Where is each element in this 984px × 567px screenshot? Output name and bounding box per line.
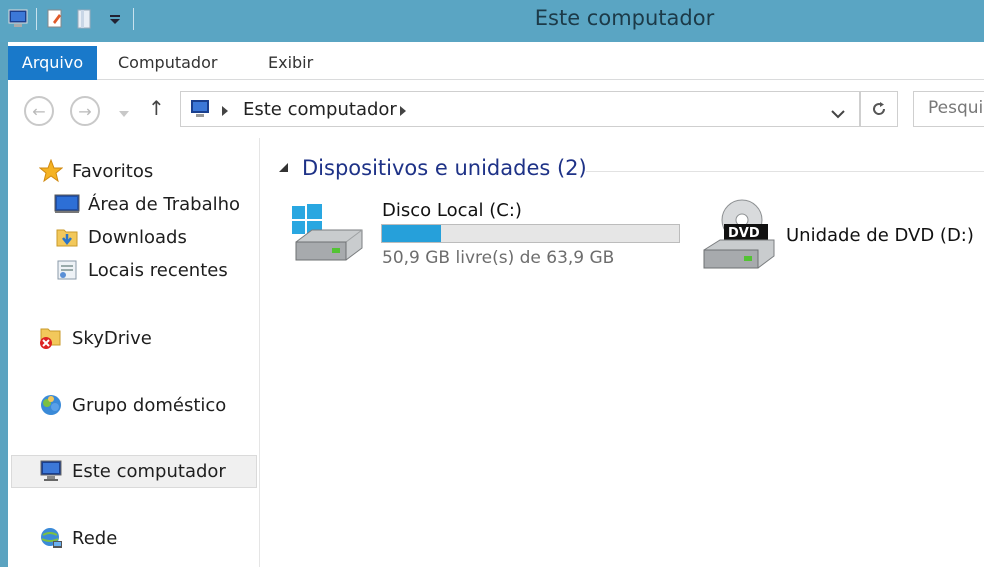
address-bar[interactable]: Este computador	[180, 91, 860, 127]
group-header-devices[interactable]: Dispositivos e unidades (2)	[278, 156, 587, 180]
recent-locations-button[interactable]	[118, 104, 130, 123]
group-title: Dispositivos e unidades (2)	[302, 156, 587, 180]
content-pane: Dispositivos e unidades (2) Disco Local …	[260, 138, 984, 567]
breadcrumb-this-pc[interactable]: Este computador	[243, 99, 397, 120]
nav-item-label: Grupo doméstico	[72, 394, 227, 416]
nav-item-label: SkyDrive	[72, 327, 152, 349]
dvd-badge: DVD	[728, 226, 760, 241]
refresh-button[interactable]	[860, 91, 898, 127]
window-title: Este computador	[534, 6, 715, 30]
nav-item-label: Rede	[72, 527, 118, 549]
collapse-triangle-icon	[279, 163, 288, 172]
nav-downloads[interactable]: Downloads	[54, 221, 187, 253]
system-drive-icon	[288, 202, 366, 270]
refresh-icon	[873, 102, 886, 115]
drive-c-usage-fill	[382, 225, 442, 242]
nav-homegroup[interactable]: Grupo doméstico	[38, 389, 226, 421]
nav-desktop[interactable]: Área de Trabalho	[54, 188, 240, 220]
drive-c-usage-bar	[381, 224, 680, 243]
navigation-bar: ← → ↑ Este computador Pesqui	[8, 80, 984, 138]
desktop-icon	[54, 191, 80, 217]
skydrive-error-icon	[38, 325, 64, 351]
homegroup-icon	[38, 392, 64, 418]
ribbon: Arquivo Computador Exibir	[8, 42, 984, 80]
recent-places-icon	[54, 257, 80, 283]
search-input[interactable]: Pesquis	[913, 91, 984, 127]
chevron-down-icon	[119, 111, 129, 117]
nav-skydrive[interactable]: SkyDrive	[38, 322, 152, 354]
nav-item-label: Downloads	[88, 226, 187, 248]
drive-c-free-space: 50,9 GB livre(s) de 63,9 GB	[382, 248, 615, 268]
network-icon	[38, 525, 64, 551]
tab-exibir[interactable]: Exibir	[268, 46, 313, 80]
nav-recent-places[interactable]: Locais recentes	[54, 254, 228, 286]
star-icon	[38, 158, 64, 184]
navigation-pane: Favoritos Área de Trabalho Downloads Loc…	[8, 138, 260, 567]
arrow-up-icon: ↑	[148, 96, 165, 120]
up-button[interactable]: ↑	[148, 96, 165, 120]
tab-computador[interactable]: Computador	[118, 46, 217, 80]
nav-network[interactable]: Rede	[38, 522, 117, 554]
title-bar: Este computador	[0, 0, 984, 42]
nav-item-label: Este computador	[72, 460, 226, 482]
nav-item-label: Locais recentes	[88, 259, 228, 281]
forward-button[interactable]: →	[70, 96, 100, 126]
arrow-left-icon: ←	[32, 101, 46, 121]
back-button[interactable]: ←	[24, 96, 54, 126]
computer-icon	[38, 458, 64, 484]
nav-item-label: Favoritos	[72, 160, 154, 182]
breadcrumb-chevron-icon[interactable]	[399, 102, 407, 121]
explorer-window: Este computador Arquivo Computador Exibi…	[0, 0, 984, 567]
drive-d-name[interactable]: Unidade de DVD (D:)	[786, 225, 974, 246]
breadcrumb-chevron-icon[interactable]	[221, 102, 229, 121]
group-divider	[586, 171, 984, 172]
nav-item-label: Área de Trabalho	[88, 193, 241, 215]
nav-favorites[interactable]: Favoritos	[38, 155, 153, 187]
computer-icon	[189, 99, 211, 123]
arrow-right-icon: →	[78, 101, 92, 121]
drive-c-name[interactable]: Disco Local (C:)	[382, 200, 522, 221]
history-dropdown-icon[interactable]	[831, 104, 845, 123]
downloads-folder-icon	[54, 224, 80, 250]
nav-this-pc[interactable]: Este computador	[38, 455, 226, 487]
tab-arquivo[interactable]: Arquivo	[8, 46, 97, 80]
